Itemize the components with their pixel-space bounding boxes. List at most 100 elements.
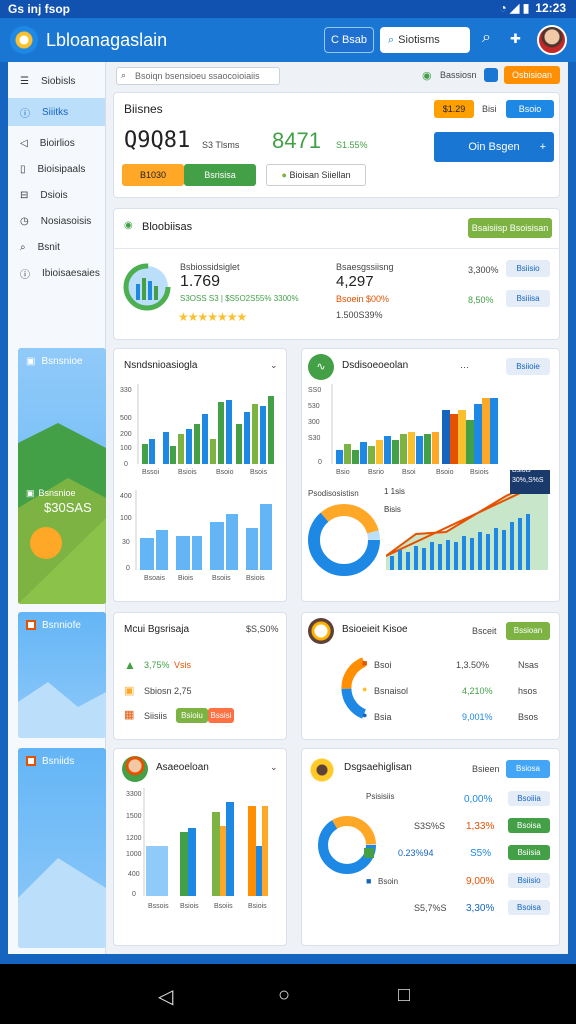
card4-row-val: 1,3.50% [456,660,490,670]
card6-row-btn[interactable]: Bsiisio [508,873,550,888]
divider [113,248,560,249]
summary-orange-chip[interactable]: $1.29 [434,100,474,118]
blocks-title: Bloobiisas [142,221,193,233]
sidebar-item-3[interactable]: ▯ Bioisipaals [8,156,105,182]
primary-button[interactable]: Oin Bsgen + [434,132,554,162]
blocks-right-sub-2: 1.500S39% [336,310,383,320]
card3-r1-sub: Vsis [174,660,192,670]
card-badge-icon [26,756,36,766]
main-search-input[interactable]: Bsoiqn bsensioeu ssaocoioiaiis [116,67,280,85]
card3-tag[interactable]: Bsioiu [176,708,208,723]
sidebar-item-label: Ibioisaesaies [42,267,100,279]
search-icon[interactable]: ⌕ [482,29,491,47]
chevron-down-icon[interactable]: ⌄ [270,360,278,371]
sidebar-item-label: Nosiasoisis [40,215,92,227]
card3-r2-val: 2,75 [174,686,192,696]
card6-row-btn[interactable]: Bsoisa [508,818,550,833]
svg-text:200: 200 [120,431,132,438]
summary-tab-3[interactable]: ● Bioisan Siiellan [266,164,366,186]
sidebar-item-0[interactable]: ☰ Siobisls [8,68,105,94]
summary-value-2: 8471 [272,128,321,153]
system-nav-bar: ◁ ○ □ [0,964,576,1024]
back-icon[interactable]: ◁ [158,984,173,1009]
card6-title: Dsgsaehiglisan [344,762,412,773]
sidebar-item-2[interactable]: ◁ Bioirlios [8,130,105,156]
card3-tag-2[interactable]: Bssisi [208,708,234,723]
recents-icon[interactable]: □ [398,984,410,1007]
svg-text:Bsiois: Bsiois [246,575,265,582]
summary-tab-2[interactable]: Bsrisisa [184,164,256,186]
sidebar-card-value: $30SAS [44,500,92,515]
svg-text:100: 100 [120,445,132,452]
sidebar-card-1[interactable]: ▣ Bsnsnioe ▣ Bsnsnioe $30SAS [18,348,106,604]
appbar-c-button[interactable]: C Bsab [324,27,374,53]
chevron-down-icon[interactable]: ⌄ [270,762,278,773]
svg-text:400: 400 [120,493,132,500]
dot-icon: ● [281,170,287,180]
top-search-input[interactable]: ⌕ Siotisms [380,27,470,53]
sidebar-item-4[interactable]: ⊟ Dsiois [8,182,105,208]
blocks-pct-2: 8,50% [468,295,494,305]
toolbar-square-button[interactable] [484,68,498,82]
sidebar-item-1[interactable]: ⓘ Siiitks [8,98,105,126]
blocks-button[interactable]: Bsaisiisp Bsoisisan [468,218,552,238]
card6-row-btn[interactable]: Bsiisia [508,845,550,860]
svg-text:0: 0 [124,461,128,468]
notification-icon[interactable]: ✚ [510,31,521,47]
info-icon: ⓘ [20,269,30,281]
card4-row-tag: Bsos [518,712,539,722]
svg-text:0: 0 [318,459,322,466]
svg-text:Bsrio: Bsrio [368,469,384,476]
card6-button[interactable]: Bsiosa [506,760,550,778]
sidebar-card-2[interactable]: Bsnniofe [18,612,106,738]
toolbar-action-button[interactable]: Osbisioan [504,66,560,84]
card6-row-btn[interactable]: Bsoiiia [508,791,550,806]
chart2-callout-2: 30%,S%S [512,477,544,484]
sidebar-card-3[interactable]: Bsniids [18,748,106,948]
blocks-icon: ◉ [124,220,133,231]
sidebar-item-label: Bsnit [37,241,60,253]
chart2-pill[interactable]: Bsiioie [506,358,550,375]
summary-chip-text: Bisi [482,104,497,114]
card6-donut [318,816,376,874]
summary-tab-1[interactable]: B1030 [122,164,184,186]
chart2-title: Dsdisoeoeolan [342,360,409,371]
sidebar-item-6[interactable]: ⌕ Bsnit [8,234,105,260]
sidebar-item-5[interactable]: ◷ Nosiasoisis [8,208,105,234]
blocks-btn-1[interactable]: Bsiisio [506,260,550,277]
summary-title: Biisnes [124,102,163,116]
card6-row-btn[interactable]: Bsoisa [508,900,550,915]
blocks-btn-2[interactable]: Bsiiisa [506,290,550,307]
search-icon: ⌕ [20,241,26,253]
home-icon[interactable]: ○ [278,984,290,1007]
chart1-bottom-bars: 400 100 30 0 Bsoais Biois Bsoiis Bsiois [120,490,272,582]
blocks-left-value: 1.769 [180,273,221,290]
svg-text:Bsois: Bsois [250,469,268,476]
status-left-text: Gs inj fsop [8,2,71,16]
blocks-right-sub: Bsoein $00% [336,294,390,304]
box-icon: ▣ [124,685,135,697]
sidebar-item-7[interactable]: ⓘ Ibioisaesaies [8,260,105,286]
blocks-pct-1: 3,300% [468,265,499,275]
sidebar-item-label: Siobisls [40,75,76,87]
chart1-title: Nsndsnioasiogla [124,360,198,371]
search-icon: ⌕ [388,34,395,46]
chart1-top-bars: 330 500 200 100 0 Bssoi Bsiois Bsoio Bso… [120,384,274,476]
chart2-donut [308,504,380,576]
avatar[interactable] [537,25,567,55]
svg-text:Bsiois: Bsiois [180,903,199,910]
more-icon[interactable]: ⋯ [460,362,469,373]
card6-row-val: S5% [470,848,492,859]
mountain-illustration [18,858,106,948]
card3-r3: Siisiis [144,711,168,721]
card4-button[interactable]: Bssioan [506,622,550,640]
person-icon [122,756,148,782]
blocks-right-label: Bsaesgssiisng [336,262,394,272]
card5-bars: 3300 1500 1200 1000 400 0 Bssois Bsiois … [126,788,268,910]
plus-icon: + [539,141,546,153]
primary-button-label: Oin Bsgen [468,141,520,153]
donut-label: Psodisosistisn [308,489,359,498]
svg-text:400: 400 [128,871,140,878]
summary-blue-chip[interactable]: Bsoio [506,100,554,118]
blocks-right-value: 4,297 [336,273,374,290]
